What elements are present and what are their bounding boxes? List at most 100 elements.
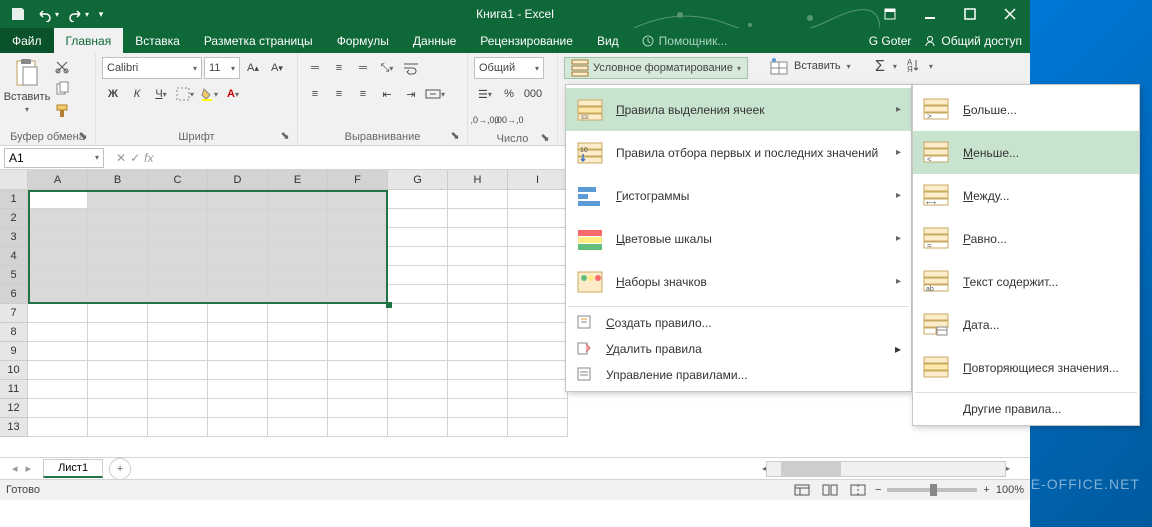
cell[interactable] xyxy=(448,342,508,361)
cell[interactable] xyxy=(28,399,88,418)
qat-customize-icon[interactable]: ▾ xyxy=(94,2,108,26)
column-header[interactable]: G xyxy=(388,170,448,190)
cell[interactable] xyxy=(328,380,388,399)
copy-icon[interactable] xyxy=(52,79,72,99)
cell[interactable] xyxy=(208,399,268,418)
cell[interactable] xyxy=(388,399,448,418)
cell[interactable] xyxy=(208,380,268,399)
cell[interactable] xyxy=(28,361,88,380)
cell[interactable] xyxy=(208,228,268,247)
column-header[interactable]: H xyxy=(448,170,508,190)
menu-data-bars[interactable]: Гистограммы ▸ xyxy=(566,174,911,217)
row-header[interactable]: 4 xyxy=(0,247,28,266)
cell[interactable] xyxy=(508,247,568,266)
row-header[interactable]: 13 xyxy=(0,418,28,437)
cell[interactable] xyxy=(148,342,208,361)
cell[interactable] xyxy=(328,342,388,361)
fill-color-icon[interactable]: ▾ xyxy=(198,83,220,105)
cell[interactable] xyxy=(508,361,568,380)
submenu-duplicate-values[interactable]: Повторяющиеся значения... xyxy=(913,346,1139,389)
zoom-value[interactable]: 100% xyxy=(996,484,1024,496)
cell[interactable] xyxy=(28,380,88,399)
cell[interactable] xyxy=(508,266,568,285)
cell[interactable] xyxy=(268,266,328,285)
cell[interactable] xyxy=(328,285,388,304)
menu-top-bottom-rules[interactable]: 10 Правила отбора первых и последних зна… xyxy=(566,131,911,174)
sheet-nav-prev-icon[interactable]: ◂ xyxy=(12,462,18,475)
cell[interactable] xyxy=(148,323,208,342)
cell[interactable] xyxy=(508,418,568,437)
cell[interactable] xyxy=(508,323,568,342)
conditional-formatting-button[interactable]: Условное форматирование▾ xyxy=(564,57,748,79)
row-header[interactable]: 10 xyxy=(0,361,28,380)
column-header[interactable]: B xyxy=(88,170,148,190)
increase-indent-icon[interactable]: ⇥ xyxy=(400,83,422,105)
cell[interactable] xyxy=(28,285,88,304)
cell[interactable] xyxy=(448,209,508,228)
cell[interactable] xyxy=(388,247,448,266)
underline-button[interactable]: Ч▾ xyxy=(150,83,172,105)
cell[interactable] xyxy=(448,285,508,304)
menu-icon-sets[interactable]: Наборы значков ▸ xyxy=(566,260,911,303)
cell[interactable] xyxy=(448,323,508,342)
cell[interactable] xyxy=(388,266,448,285)
add-sheet-button[interactable]: + xyxy=(109,458,131,480)
sheet-tab-1[interactable]: Лист1 xyxy=(43,459,103,478)
row-header[interactable]: 5 xyxy=(0,266,28,285)
cell[interactable] xyxy=(388,190,448,209)
cell[interactable] xyxy=(148,266,208,285)
row-header[interactable]: 8 xyxy=(0,323,28,342)
cut-icon[interactable] xyxy=(52,57,72,77)
menu-clear-rules[interactable]: Удалить правила ▸ xyxy=(566,336,911,362)
row-header[interactable]: 11 xyxy=(0,380,28,399)
cell[interactable] xyxy=(388,361,448,380)
submenu-between[interactable]: ⟷ Между... xyxy=(913,174,1139,217)
cell[interactable] xyxy=(448,418,508,437)
page-layout-view-icon[interactable] xyxy=(819,481,841,499)
cell[interactable] xyxy=(208,285,268,304)
cell[interactable] xyxy=(208,323,268,342)
align-bottom-icon[interactable]: ═ xyxy=(352,57,374,79)
clipboard-launcher-icon[interactable]: ⬊ xyxy=(77,129,89,141)
cell[interactable] xyxy=(148,285,208,304)
grow-font-icon[interactable]: A▴ xyxy=(242,57,264,79)
tab-data[interactable]: Данные xyxy=(401,28,468,53)
cell[interactable] xyxy=(388,285,448,304)
sort-filter-icon[interactable]: AЯ xyxy=(905,57,921,76)
row-header[interactable]: 12 xyxy=(0,399,28,418)
save-icon[interactable] xyxy=(4,2,32,26)
cell[interactable] xyxy=(148,380,208,399)
cell[interactable] xyxy=(268,304,328,323)
font-launcher-icon[interactable]: ⬊ xyxy=(279,129,291,141)
orientation-icon[interactable]: ⤡▾ xyxy=(376,57,398,79)
tab-insert[interactable]: Вставка xyxy=(123,28,192,53)
cell[interactable] xyxy=(88,190,148,209)
cell[interactable] xyxy=(448,361,508,380)
row-header[interactable]: 1 xyxy=(0,190,28,209)
page-break-view-icon[interactable] xyxy=(847,481,869,499)
cell[interactable] xyxy=(88,209,148,228)
insert-cells-icon[interactable] xyxy=(770,57,788,75)
comma-format-icon[interactable]: 000 xyxy=(522,83,544,105)
decrease-decimal-icon[interactable]: ,00→,0 xyxy=(498,109,520,131)
accounting-format-icon[interactable]: ☰▾ xyxy=(474,83,496,105)
cell[interactable] xyxy=(328,418,388,437)
redo-icon[interactable]: ▾ xyxy=(64,2,92,26)
cell[interactable] xyxy=(208,418,268,437)
cell[interactable] xyxy=(448,399,508,418)
font-name-select[interactable]: Calibri▾ xyxy=(102,57,202,79)
tab-file[interactable]: Файл xyxy=(0,28,54,53)
cell[interactable] xyxy=(328,190,388,209)
cell[interactable] xyxy=(28,323,88,342)
undo-icon[interactable]: ▾ xyxy=(34,2,62,26)
cell[interactable] xyxy=(508,380,568,399)
share-button[interactable]: Общий доступ xyxy=(923,34,1022,48)
cell[interactable] xyxy=(508,285,568,304)
number-format-select[interactable]: Общий▾ xyxy=(474,57,544,79)
name-box[interactable]: A1▾ xyxy=(4,148,104,168)
cell[interactable] xyxy=(88,228,148,247)
menu-new-rule[interactable]: Создать правило... xyxy=(566,310,911,336)
align-top-icon[interactable]: ═ xyxy=(304,57,326,79)
cell[interactable] xyxy=(268,247,328,266)
cell[interactable] xyxy=(88,304,148,323)
